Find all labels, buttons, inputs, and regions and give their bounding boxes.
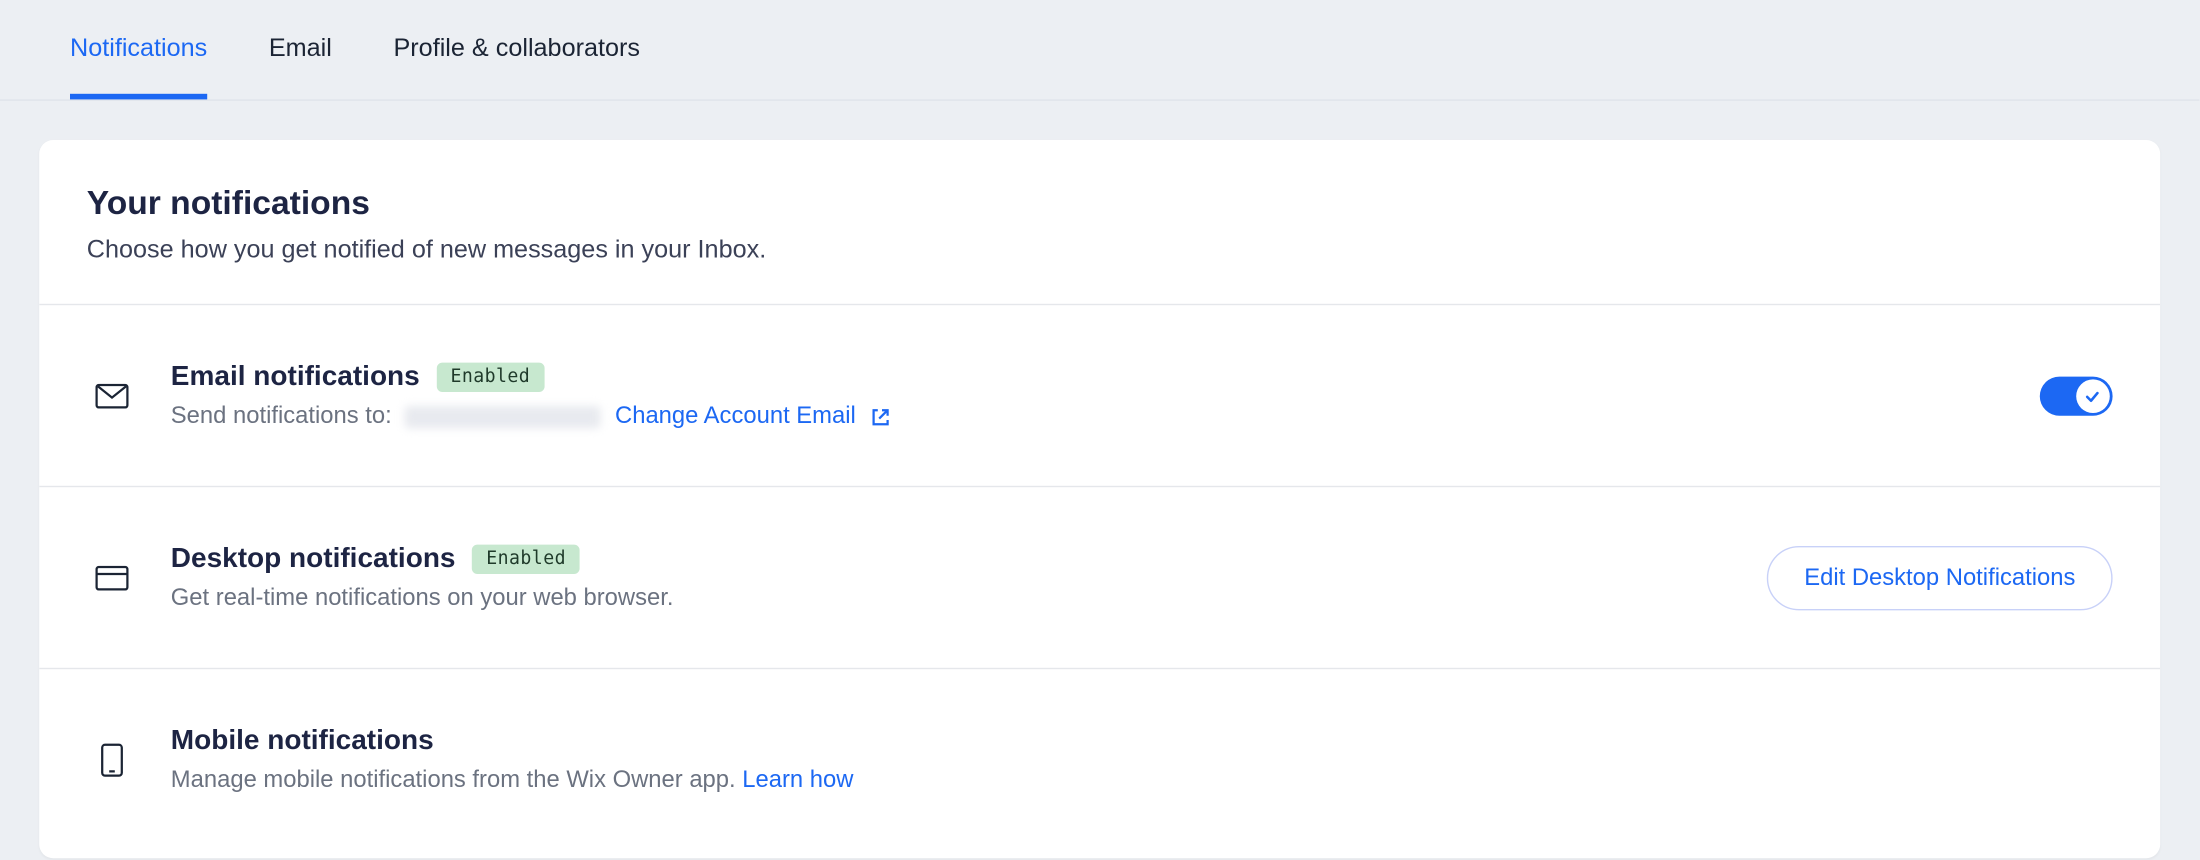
mobile-icon xyxy=(87,743,137,777)
row-desc-prefix: Send notifications to: xyxy=(171,402,392,429)
tab-notifications[interactable]: Notifications xyxy=(70,0,207,99)
check-icon xyxy=(2085,386,2100,411)
page-title: Your notifications xyxy=(87,185,2113,224)
row-desc: Get real-time notifications on your web … xyxy=(171,584,1733,612)
page-subtitle: Choose how you get notified of new messa… xyxy=(87,235,2113,264)
email-notifications-toggle[interactable] xyxy=(2040,376,2113,415)
row-email-notifications: Email notifications Enabled Send notific… xyxy=(39,305,2161,487)
status-badge: Enabled xyxy=(472,545,580,574)
row-desktop-notifications: Desktop notifications Enabled Get real-t… xyxy=(39,487,2161,669)
edit-desktop-notifications-button[interactable]: Edit Desktop Notifications xyxy=(1766,545,2113,609)
panel-header: Your notifications Choose how you get no… xyxy=(39,140,2161,305)
row-title: Desktop notifications xyxy=(171,543,456,575)
redacted-email xyxy=(404,405,600,427)
status-badge: Enabled xyxy=(437,363,545,392)
mail-icon xyxy=(87,383,137,408)
external-link-icon xyxy=(871,407,891,427)
row-title: Email notifications xyxy=(171,361,420,393)
settings-tabs: Notifications Email Profile & collaborat… xyxy=(0,0,2200,101)
notifications-panel: Your notifications Choose how you get no… xyxy=(39,140,2161,858)
change-account-email-link[interactable]: Change Account Email xyxy=(615,402,856,429)
desktop-icon xyxy=(87,565,137,590)
row-mobile-notifications: Mobile notifications Manage mobile notif… xyxy=(39,669,2161,858)
tab-profile-collaborators[interactable]: Profile & collaborators xyxy=(393,0,640,99)
learn-how-link[interactable]: Learn how xyxy=(742,766,853,793)
tab-email[interactable]: Email xyxy=(269,0,332,99)
row-title: Mobile notifications xyxy=(171,725,434,757)
row-desc: Manage mobile notifications from the Wix… xyxy=(171,766,742,793)
